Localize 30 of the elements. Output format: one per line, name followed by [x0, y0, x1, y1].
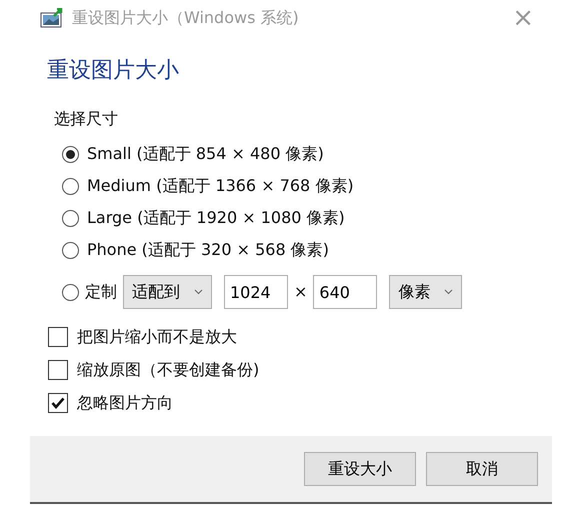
- checkbox-label[interactable]: 把图片缩小而不是放大: [77, 324, 237, 348]
- option-label[interactable]: Small (适配于 854 × 480 像素): [87, 142, 324, 166]
- caret-icon: [444, 289, 454, 295]
- option-label[interactable]: 定制: [85, 280, 117, 304]
- caret-icon: [194, 289, 203, 295]
- radio-button[interactable]: [62, 284, 79, 300]
- checkbox[interactable]: [48, 326, 68, 346]
- radio-button[interactable]: [62, 178, 79, 194]
- window-title: 重设图片大小（Windows 系统): [72, 7, 299, 29]
- checkbox-label[interactable]: 忽略图片方向: [77, 390, 173, 414]
- width-field[interactable]: 1024: [224, 275, 288, 309]
- picture-app-icon: [40, 8, 64, 28]
- checkbox-label[interactable]: 缩放原图（不要创建备份): [77, 358, 260, 382]
- unit-dropdown[interactable]: 像素: [389, 275, 462, 309]
- dialog-button[interactable]: 取消: [426, 452, 538, 486]
- option-label[interactable]: Large (适配于 1920 × 1080 像素): [87, 206, 345, 230]
- radio-button[interactable]: [62, 146, 79, 162]
- mode-dropdown[interactable]: 适配到: [123, 275, 212, 309]
- group-label: 选择尺寸: [54, 108, 119, 130]
- check-icon: [51, 396, 65, 408]
- checkbox[interactable]: [48, 360, 68, 380]
- dialog-button[interactable]: 重设大小: [304, 452, 416, 486]
- radio-button[interactable]: [62, 242, 79, 258]
- option-label[interactable]: Medium (适配于 1366 × 768 像素): [87, 174, 354, 198]
- times-sign: ×: [294, 281, 308, 303]
- dialog-heading: 重设图片大小: [47, 57, 180, 85]
- radio-button[interactable]: [62, 210, 79, 226]
- height-field[interactable]: 640: [313, 275, 378, 309]
- checkbox[interactable]: [48, 392, 68, 412]
- option-label[interactable]: Phone (适配于 320 × 568 像素): [87, 238, 329, 262]
